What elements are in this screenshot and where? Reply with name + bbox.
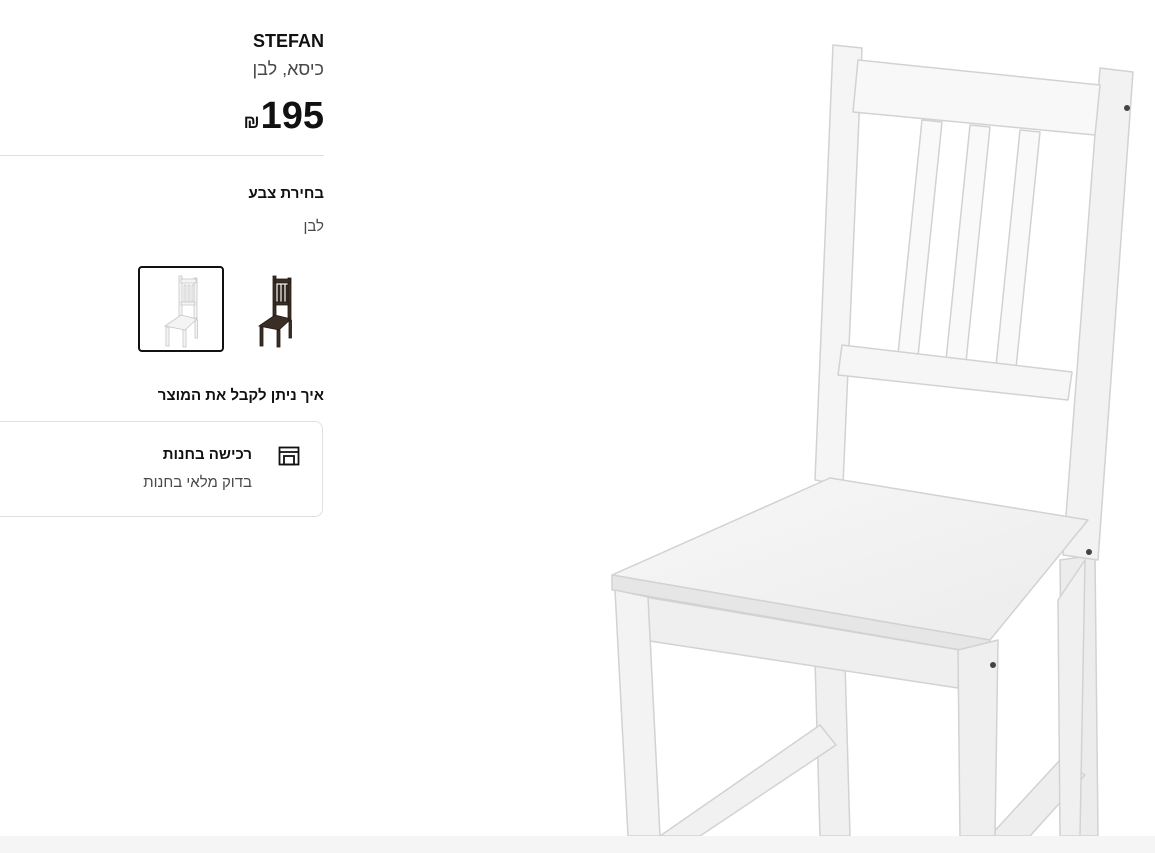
product-hero-image[interactable] bbox=[560, 0, 1155, 837]
swatch-brown-black[interactable] bbox=[232, 266, 318, 352]
bottom-strip bbox=[0, 836, 1155, 853]
price-currency: ₪ bbox=[243, 112, 260, 132]
brown-chair-icon bbox=[257, 275, 292, 348]
product-price: ₪195 bbox=[244, 93, 324, 145]
swatch-white[interactable] bbox=[138, 266, 224, 352]
store-option-subtitle: בדוק מלאי בחנות bbox=[143, 474, 252, 491]
product-name: STEFAN bbox=[252, 31, 324, 51]
price-value: 195 bbox=[260, 95, 324, 137]
divider bbox=[0, 155, 324, 156]
color-section-title: בחירת צבע bbox=[248, 185, 324, 202]
product-info-panel: STEFAN כיסא, לבן ₪195 בחירת צבע לבן איך … bbox=[0, 0, 324, 853]
white-chair-icon bbox=[163, 275, 198, 348]
delivery-section-title: איך ניתן לקבל את המוצר bbox=[157, 387, 324, 404]
product-description: כיסא, לבן bbox=[252, 59, 325, 79]
store-icon bbox=[278, 446, 300, 466]
white-chair-photo bbox=[611, 44, 1134, 837]
selected-color-label: לבן bbox=[303, 218, 324, 235]
store-option-title: רכישה בחנות bbox=[162, 446, 252, 463]
store-purchase-option[interactable]: רכישה בחנות בדוק מלאי בחנות bbox=[0, 421, 323, 517]
